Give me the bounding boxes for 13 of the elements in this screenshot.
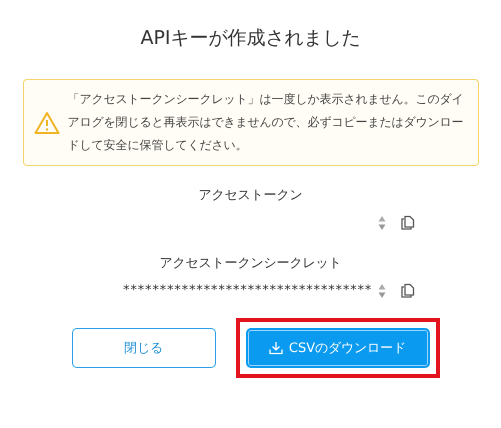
spinner-icon[interactable] [378, 283, 386, 299]
copy-icon[interactable] [400, 283, 416, 299]
download-button[interactable]: CSVのダウンロード [246, 328, 430, 368]
field-label: アクセストークン [198, 187, 302, 204]
warning-message: 「アクセストークンシークレット」は一度しか表示されません。このダイアログを閉じると再表示はできませんので、必ずコピーまたはダウンロードして安全に保管してください。 [68, 91, 464, 154]
close-button[interactable]: 閉じる [72, 328, 216, 368]
field-label: アクセストークンシークレット [160, 255, 342, 272]
download-icon [268, 341, 283, 355]
token-field[interactable]: ********************************** [122, 282, 372, 300]
spinner-icon[interactable] [378, 215, 386, 231]
copy-icon[interactable] [400, 215, 416, 231]
dialog-title: APIキーが作成されました [140, 26, 361, 51]
warning-icon [34, 110, 60, 134]
